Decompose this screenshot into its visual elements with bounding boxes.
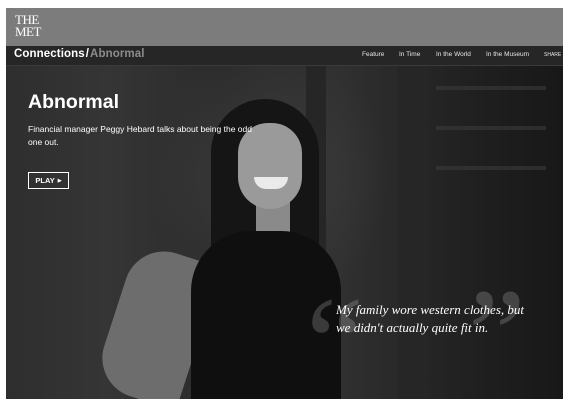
site-header: THE MET (6, 8, 563, 46)
background-shelf (436, 166, 546, 170)
section-navbar: Connections/Abnormal Feature In Time In … (6, 46, 563, 66)
page-title: Abnormal (28, 91, 120, 113)
nav-links: Feature In Time In the World In the Muse… (6, 51, 563, 63)
background-pillar (398, 66, 422, 399)
play-button[interactable]: PLAY ▶ (28, 172, 69, 189)
pull-quote: My family wore western clothes, but we d… (336, 302, 524, 335)
logo-line-2: MET (15, 24, 41, 39)
nav-link-in-the-museum[interactable]: In the Museum (486, 51, 529, 58)
background-shelf (436, 126, 546, 130)
play-label: PLAY (35, 176, 55, 185)
background-shelf (436, 86, 546, 90)
met-logo[interactable]: THE MET (15, 13, 41, 39)
play-triangle-icon: ▶ (57, 178, 62, 184)
nav-link-in-the-world[interactable]: In the World (436, 51, 471, 58)
nav-link-in-time[interactable]: In Time (399, 51, 420, 58)
nav-link-feature[interactable]: Feature (362, 51, 384, 58)
share-link[interactable]: SHARE (544, 52, 561, 58)
page-frame: THE MET Connections/Abnormal Feature In … (6, 8, 563, 399)
open-quote-icon: “ (306, 271, 364, 399)
hero-description: Financial manager Peggy Hebard talks abo… (28, 124, 252, 147)
